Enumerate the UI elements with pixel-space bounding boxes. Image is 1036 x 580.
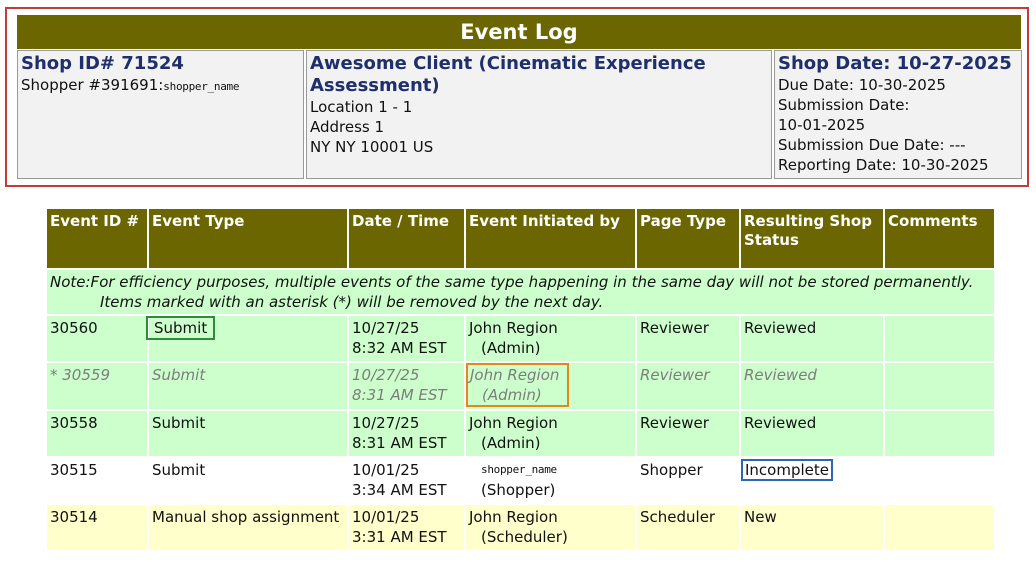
note-text: Note:For efficiency purposes, multiple e… — [50, 273, 974, 291]
page-title: Event Log — [17, 15, 1021, 49]
initiator-name: John Region — [469, 319, 558, 337]
initiator-cell: John Region (Admin) — [466, 316, 635, 361]
shopper-name: shopper_name — [163, 80, 240, 93]
resulting-status-cell: Incomplete — [741, 458, 883, 503]
table-row: 30514 Manual shop assignment 10/01/25 3:3… — [47, 505, 994, 550]
initiator-role: (Admin) — [481, 339, 541, 357]
event-log-table: Event ID # Event Type Date / Time Event … — [45, 207, 996, 552]
note-cell: Note:For efficiency purposes, multiple e… — [47, 270, 994, 314]
resulting-status: Reviewed — [741, 316, 883, 361]
initiator-role: (Admin) — [482, 386, 542, 404]
event-date: 10/27/25 — [352, 366, 420, 384]
submission-date: 10-01-2025 — [778, 116, 866, 134]
table-row: 30560 Submit 10/27/25 8:32 AM EST John Re… — [47, 316, 994, 361]
initiator-cell: John Region (Admin) — [466, 411, 635, 456]
resulting-status: New — [741, 505, 883, 550]
event-type: Submit — [149, 363, 347, 409]
note-row: Note:For efficiency purposes, multiple e… — [47, 270, 994, 314]
resulting-status: Reviewed — [741, 363, 883, 409]
initiator-role: (Admin) — [481, 434, 541, 452]
location: Location 1 - 1 — [310, 98, 413, 116]
event-time: 8:31 AM EST — [352, 386, 447, 404]
resulting-status: Reviewed — [741, 411, 883, 456]
shop-date: Shop Date: 10-27-2025 — [778, 53, 1012, 74]
event-date: 10/01/25 — [352, 461, 420, 479]
shop-header-panel: Event Log Shop ID# 71524 Shopper #391691… — [5, 7, 1029, 187]
col-header-initiated-by: Event Initiated by — [466, 209, 635, 268]
col-header-comments: Comments — [885, 209, 994, 268]
resulting-status: Incomplete — [741, 459, 833, 481]
comments — [885, 458, 994, 503]
col-header-page-type: Page Type — [637, 209, 739, 268]
initiator-name: shopper_name — [481, 463, 557, 476]
date-time-cell: 10/01/25 3:34 AM EST — [349, 458, 464, 503]
city-line: NY NY 10001 US — [310, 138, 434, 156]
event-id: 30515 — [47, 458, 147, 503]
event-type: Submit — [149, 458, 347, 503]
comments — [885, 316, 994, 361]
initiator-name: John Region — [469, 414, 558, 432]
dates-cell: Shop Date: 10-27-2025 Due Date: 10-30-20… — [774, 50, 1022, 179]
due-date: Due Date: 10-30-2025 — [778, 76, 946, 94]
shop-id-cell: Shop ID# 71524 Shopper #391691:shopper_n… — [17, 50, 304, 179]
event-id: * 30559 — [47, 363, 147, 409]
event-time: 3:34 AM EST — [352, 481, 447, 499]
col-header-event-id: Event ID # — [47, 209, 147, 268]
table-row: * 30559 Submit 10/27/25 8:31 AM EST John … — [47, 363, 994, 409]
event-time: 8:32 AM EST — [352, 339, 447, 357]
initiator-name: John Region — [469, 508, 558, 526]
date-time-cell: 10/27/25 8:31 AM EST — [349, 363, 464, 409]
page-type: Scheduler — [637, 505, 739, 550]
shop-id: Shop ID# 71524 — [21, 53, 184, 74]
table-header-row: Event ID # Event Type Date / Time Event … — [47, 209, 994, 268]
date-time-cell: 10/27/25 8:32 AM EST — [349, 316, 464, 361]
initiator-highlight: John Region (Admin) — [466, 363, 570, 407]
table-row: 30558 Submit 10/27/25 8:31 AM EST John Re… — [47, 411, 994, 456]
page-type: Shopper — [637, 458, 739, 503]
initiator-role: (Scheduler) — [481, 528, 568, 546]
date-time-cell: 10/27/25 8:31 AM EST — [349, 411, 464, 456]
page-type: Reviewer — [637, 363, 739, 409]
comments — [885, 411, 994, 456]
col-header-event-type: Event Type — [149, 209, 347, 268]
event-time: 3:31 AM EST — [352, 528, 447, 546]
client-name: Awesome Client (Cinematic Experience Ass… — [310, 53, 706, 96]
submission-date-label: Submission Date: — [778, 96, 910, 114]
event-date: 10/27/25 — [352, 319, 420, 337]
event-id: 30558 — [47, 411, 147, 456]
page-type: Reviewer — [637, 411, 739, 456]
event-time: 8:31 AM EST — [352, 434, 447, 452]
event-date: 10/01/25 — [352, 508, 420, 526]
initiator-role: (Shopper) — [481, 481, 556, 499]
client-cell: Awesome Client (Cinematic Experience Ass… — [306, 50, 772, 179]
col-header-date-time: Date / Time — [349, 209, 464, 268]
col-header-resulting-status: Resulting Shop Status — [741, 209, 883, 268]
event-type: Submit — [149, 411, 347, 456]
comments — [885, 363, 994, 409]
shopper-line: Shopper #391691:shopper_name — [21, 75, 300, 97]
page-type: Reviewer — [637, 316, 739, 361]
event-type: Submit — [145, 316, 216, 340]
event-id: 30560 — [47, 316, 147, 361]
submission-due-date: Submission Due Date: --- — [778, 136, 966, 154]
comments — [885, 505, 994, 550]
date-time-cell: 10/01/25 3:31 AM EST — [349, 505, 464, 550]
initiator-cell: John Region (Admin) — [466, 363, 635, 409]
event-type-cell: Submit — [145, 316, 347, 361]
initiator-cell: shopper_name (Shopper) — [466, 458, 635, 503]
event-id: 30514 — [47, 505, 147, 550]
event-type: Manual shop assignment — [149, 505, 347, 550]
shopper-number: Shopper #391691: — [21, 76, 164, 94]
address: Address 1 — [310, 118, 385, 136]
event-date: 10/27/25 — [352, 414, 420, 432]
table-row: 30515 Submit 10/01/25 3:34 AM EST shopper… — [47, 458, 994, 503]
reporting-date: Reporting Date: 10-30-2025 — [778, 156, 989, 174]
initiator-cell: John Region (Scheduler) — [466, 505, 635, 550]
asterisk-note: Items marked with an asterisk (*) will b… — [100, 293, 604, 311]
initiator-name: John Region — [470, 366, 560, 384]
